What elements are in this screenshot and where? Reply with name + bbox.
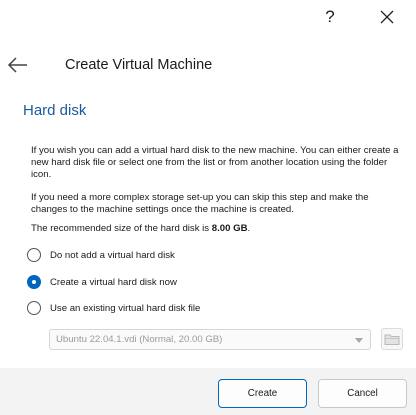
option-label: Create a virtual hard disk now [50, 276, 177, 288]
help-button[interactable]: ? [318, 5, 342, 29]
wizard-header: Create Virtual Machine [0, 48, 416, 84]
question-mark-icon: ? [325, 7, 335, 26]
existing-disk-select[interactable]: Ubuntu 22.04.1.vdi (Normal, 20.00 GB) [49, 329, 371, 350]
radio-button[interactable] [27, 248, 41, 262]
title-bar: ? [0, 0, 416, 36]
choose-disk-file-button[interactable] [381, 328, 403, 350]
section-title: Hard disk [23, 102, 87, 119]
back-button[interactable] [6, 54, 30, 76]
option-label: Use an existing virtual hard disk file [50, 302, 201, 314]
radio-button-selected[interactable] [27, 275, 41, 289]
close-button[interactable] [374, 5, 400, 29]
radio-button[interactable] [27, 301, 41, 315]
recommended-prefix: The recommended size of the hard disk is [31, 223, 212, 234]
existing-disk-value: Ubuntu 22.04.1.vdi (Normal, 20.00 GB) [56, 334, 223, 345]
dialog-footer: Create Cancel [0, 368, 416, 415]
create-button[interactable]: Create [218, 379, 307, 408]
option-label: Do not add a virtual hard disk [50, 249, 175, 261]
wizard-title: Create Virtual Machine [65, 57, 213, 73]
cancel-button[interactable]: Cancel [318, 379, 407, 408]
arrow-left-icon [7, 57, 27, 73]
chevron-down-icon [355, 338, 363, 343]
folder-icon [384, 334, 400, 345]
option-no-disk[interactable]: Do not add a virtual hard disk [27, 246, 175, 264]
advanced-text: If you need a more complex storage set-u… [31, 192, 369, 216]
recommended-size-text: The recommended size of the hard disk is… [31, 223, 403, 235]
recommended-suffix: . [247, 223, 251, 234]
option-create-disk[interactable]: Create a virtual hard disk now [27, 273, 177, 291]
close-icon [380, 10, 394, 24]
intro-text: If you wish you can add a virtual hard d… [31, 145, 399, 181]
recommended-size-value: 8.00 GB [211, 223, 248, 234]
option-existing-disk[interactable]: Use an existing virtual hard disk file [27, 299, 200, 317]
